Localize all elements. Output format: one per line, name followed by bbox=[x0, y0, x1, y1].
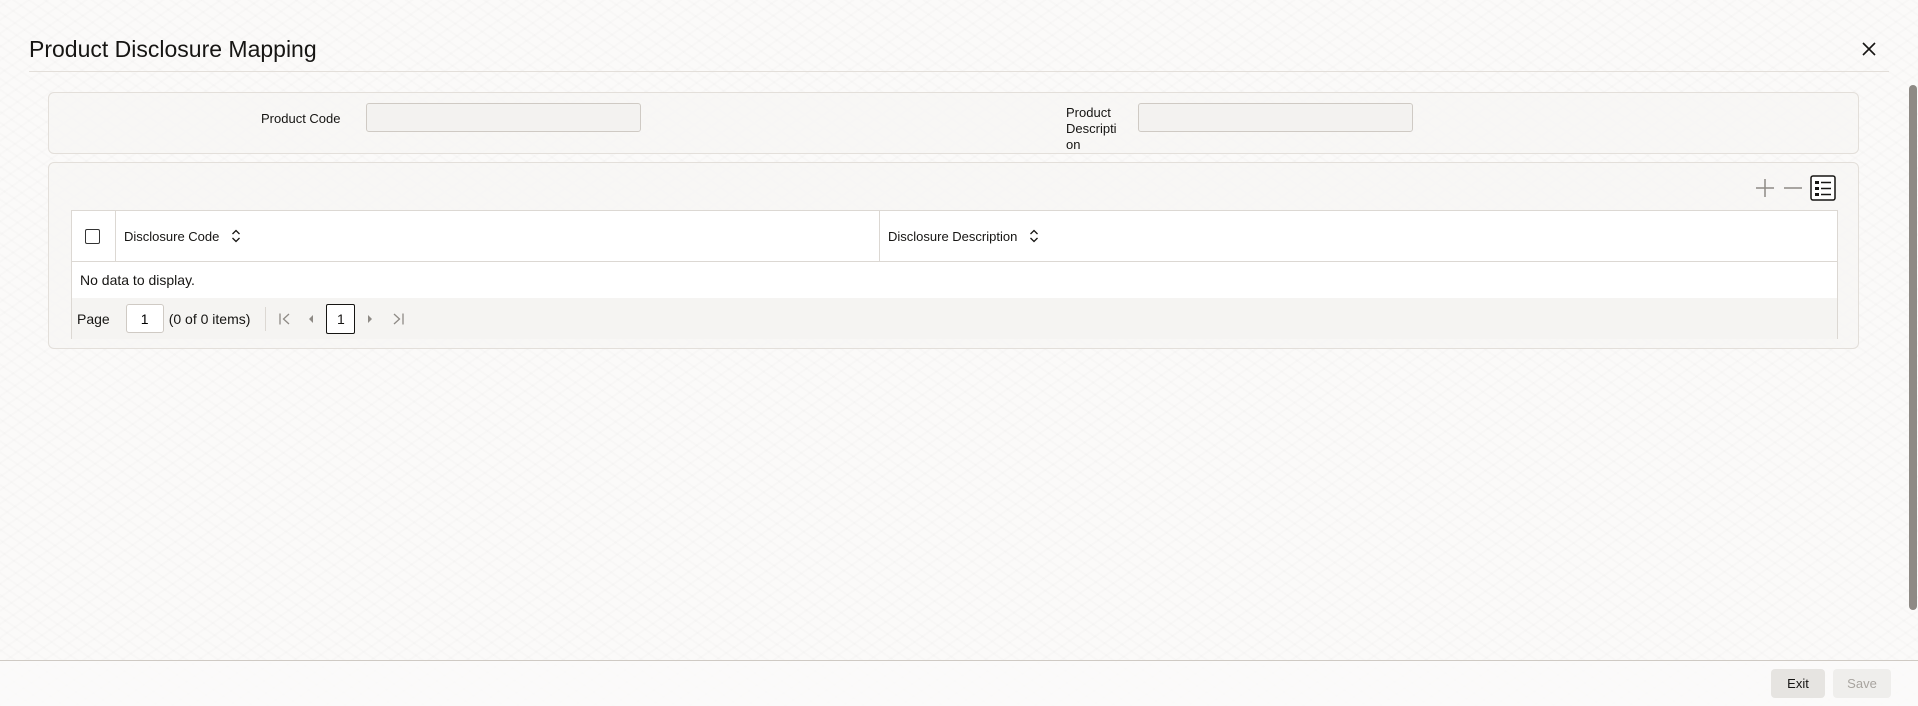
column-label: Disclosure Code bbox=[124, 228, 220, 244]
select-all-checkbox[interactable] bbox=[85, 228, 100, 244]
pagination-bar: Page (0 of 0 items) 1 bbox=[72, 298, 1837, 339]
column-label: Disclosure Description bbox=[888, 228, 1018, 244]
page-number-input[interactable] bbox=[125, 304, 164, 333]
current-page-button[interactable]: 1 bbox=[326, 303, 356, 334]
plus-icon bbox=[1756, 179, 1774, 197]
sort-icon[interactable] bbox=[1029, 229, 1039, 243]
product-disclosure-mapping-window: Product Disclosure Mapping Product Code … bbox=[0, 0, 1918, 706]
pager-divider bbox=[265, 306, 267, 331]
vertical-scrollbar[interactable] bbox=[1909, 85, 1917, 610]
page-label: Page bbox=[77, 310, 110, 327]
next-page-button[interactable] bbox=[363, 309, 377, 329]
disclosure-table: Disclosure Code Disclosure Description N… bbox=[71, 210, 1838, 339]
table-header: Disclosure Code Disclosure Description bbox=[72, 211, 1837, 262]
close-button[interactable] bbox=[1858, 38, 1880, 60]
last-page-icon bbox=[393, 313, 405, 324]
product-description-input[interactable] bbox=[1138, 103, 1413, 132]
last-page-button[interactable] bbox=[389, 309, 407, 329]
column-header-disclosure-code[interactable]: Disclosure Code bbox=[115, 211, 879, 261]
close-icon bbox=[1862, 42, 1876, 56]
single-record-view-button[interactable] bbox=[1810, 175, 1836, 201]
footer-bar: Exit Save bbox=[0, 660, 1918, 706]
item-count: (0 of 0 items) bbox=[168, 310, 251, 327]
first-page-icon bbox=[279, 313, 290, 324]
column-header-disclosure-description[interactable]: Disclosure Description bbox=[879, 211, 1837, 261]
window-title: Product Disclosure Mapping bbox=[29, 36, 317, 62]
remove-row-button[interactable] bbox=[1782, 177, 1804, 199]
product-code-label: Product Code bbox=[261, 111, 341, 126]
chevron-right-icon bbox=[368, 314, 373, 323]
header-panel: Product Code Product Descripti on bbox=[48, 92, 1859, 154]
select-all-cell bbox=[85, 211, 115, 261]
minus-icon bbox=[1784, 187, 1802, 189]
chevron-left-icon bbox=[309, 314, 314, 323]
title-bar: Product Disclosure Mapping bbox=[0, 0, 1918, 72]
first-page-button[interactable] bbox=[276, 309, 294, 329]
disclosure-grid-panel: Disclosure Code Disclosure Description N… bbox=[48, 162, 1859, 349]
exit-button[interactable]: Exit bbox=[1771, 669, 1825, 698]
title-divider bbox=[29, 71, 1889, 72]
sort-icon[interactable] bbox=[231, 229, 241, 243]
product-description-label: Product Descripti on bbox=[1066, 105, 1117, 152]
empty-table-message: No data to display. bbox=[80, 272, 195, 288]
add-row-button[interactable] bbox=[1754, 177, 1776, 199]
previous-page-button[interactable] bbox=[304, 309, 318, 329]
save-button[interactable]: Save bbox=[1833, 669, 1891, 698]
product-code-input[interactable] bbox=[366, 103, 641, 132]
list-view-icon bbox=[1810, 175, 1836, 201]
